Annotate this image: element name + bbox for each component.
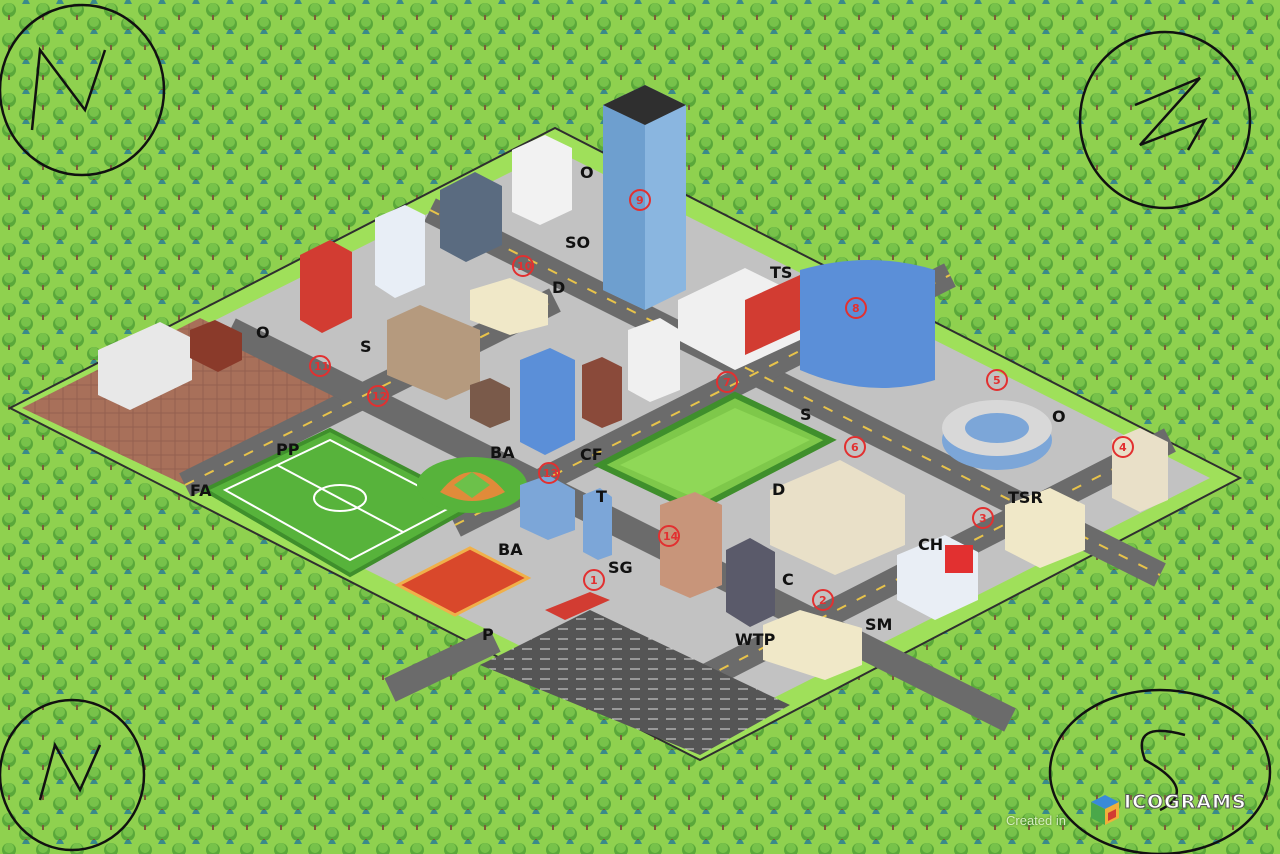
- label-so: SO: [565, 233, 590, 252]
- svg-text:4: 4: [1119, 441, 1127, 454]
- svg-text:5: 5: [993, 374, 1001, 387]
- svg-text:6: 6: [851, 441, 859, 454]
- svg-text:2: 2: [819, 594, 827, 607]
- label-ba-2: BA: [498, 540, 523, 559]
- svg-text:7: 7: [723, 376, 731, 389]
- label-t: T: [596, 487, 607, 506]
- svg-text:11: 11: [314, 360, 329, 373]
- svg-text:9: 9: [636, 194, 644, 207]
- label-cf: CF: [580, 445, 603, 464]
- icograms-logo-icon: [1091, 795, 1119, 825]
- svg-text:8: 8: [852, 302, 860, 315]
- svg-text:14: 14: [663, 530, 679, 543]
- baseball-field: [417, 457, 527, 513]
- label-o-2: O: [580, 163, 594, 182]
- label-d-2: D: [772, 480, 785, 499]
- label-c: C: [782, 570, 794, 589]
- label-d-1: D: [552, 278, 565, 297]
- svg-text:1: 1: [590, 574, 598, 587]
- label-wtp: WTP: [735, 630, 776, 649]
- svg-text:12: 12: [372, 390, 387, 403]
- label-pp: PP: [276, 440, 300, 459]
- label-ba-1: BA: [490, 443, 515, 462]
- label-s-1: S: [360, 337, 372, 356]
- label-s-2: S: [800, 405, 812, 424]
- label-tsr: TSR: [1008, 488, 1043, 507]
- label-o-3: O: [1052, 407, 1066, 426]
- svg-text:10: 10: [517, 260, 533, 273]
- label-sm: SM: [865, 615, 892, 634]
- isometric-town-map: O S SO O D S TS O PP FA BA CF T D BA SG …: [0, 0, 1280, 854]
- icograms-credit: Created in ICOGRAMS: [1006, 789, 1256, 833]
- label-ch: CH: [918, 535, 943, 554]
- created-in-label: Created in: [1006, 813, 1066, 828]
- label-p: P: [482, 625, 494, 644]
- svg-text:13: 13: [543, 467, 558, 480]
- label-fa: FA: [190, 481, 212, 500]
- label-ts: TS: [770, 263, 792, 282]
- svg-text:3: 3: [979, 512, 987, 525]
- icograms-brand: ICOGRAMS: [1124, 791, 1247, 814]
- label-sg: SG: [608, 558, 633, 577]
